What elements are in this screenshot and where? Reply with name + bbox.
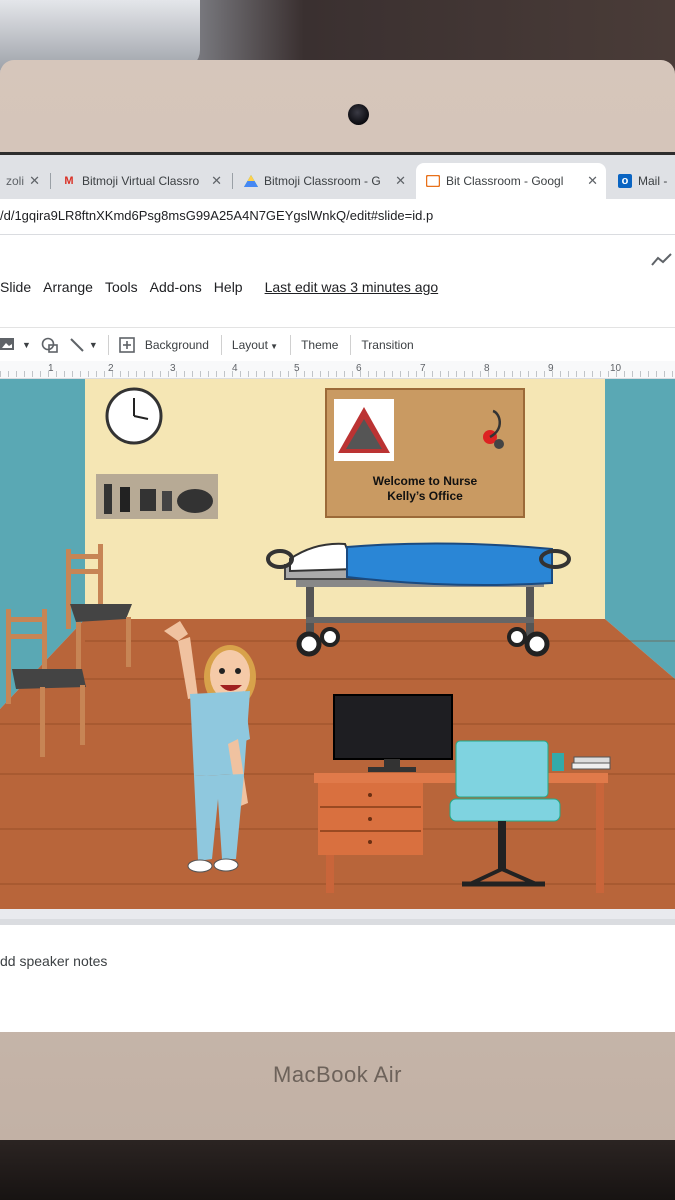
ruler: 1 2 3 4 5 6 7 8 9 10 <box>0 361 675 379</box>
ruler-number: 4 <box>232 363 238 374</box>
tab-4[interactable]: o Mail - <box>608 163 675 199</box>
wall-clock <box>105 387 163 445</box>
ruler-number: 10 <box>610 363 622 374</box>
tab-3-active[interactable]: Bit Classroom - Googl ✕ <box>416 163 606 199</box>
gmail-icon: M <box>64 175 74 187</box>
close-icon[interactable]: ✕ <box>587 173 598 189</box>
slide-canvas-area: Welcome to Nurse Kelly’s Office <box>0 379 675 919</box>
shape-icon[interactable] <box>41 337 59 353</box>
speaker-notes-placeholder[interactable]: dd speaker notes <box>0 953 107 969</box>
laptop-screen: zoli ✕ M Bitmoji Virtual Classro ✕ Bitmo… <box>0 152 675 1032</box>
menu-item-slide[interactable]: Slide <box>0 279 31 295</box>
toolbar: ▼ ▼ Background Layout ▼ Theme Transition <box>0 327 675 361</box>
tab-label: Bitmoji Virtual Classro <box>82 174 200 188</box>
tab-label: Mail - <box>638 174 668 188</box>
chevron-down-icon[interactable]: ▼ <box>22 340 31 350</box>
wall-medical-equipment <box>96 474 218 519</box>
ruler-number: 3 <box>170 363 176 374</box>
board-text-line-2: Kelly’s Office <box>387 489 463 503</box>
laptop-hinge <box>0 1140 675 1200</box>
ruler-number: 7 <box>420 363 426 374</box>
ruler-number: 2 <box>108 363 114 374</box>
tab-label: zoli <box>6 174 25 188</box>
address-bar[interactable]: /d/1gqira9LR8ftnXKmd6Psg8msG99A25A4N7GEY… <box>0 199 675 235</box>
chevron-down-icon: ▼ <box>267 341 279 351</box>
transition-button[interactable]: Transition <box>361 338 413 352</box>
webcam <box>348 104 369 125</box>
browser-tab-bar: zoli ✕ M Bitmoji Virtual Classro ✕ Bitmo… <box>0 155 675 199</box>
ruler-number: 8 <box>484 363 490 374</box>
slide-canvas[interactable]: Welcome to Nurse Kelly’s Office <box>0 379 675 909</box>
menu-item-addons[interactable]: Add-ons <box>150 279 202 295</box>
close-icon[interactable]: ✕ <box>29 173 40 189</box>
tab-label: Bit Classroom - Googl <box>446 174 564 188</box>
close-icon[interactable]: ✕ <box>395 173 406 189</box>
board-text-line-1: Welcome to Nurse <box>373 474 478 488</box>
tab-0[interactable]: zoli ✕ <box>0 163 44 199</box>
layout-button[interactable]: Layout ▼ <box>232 338 278 352</box>
laptop-brand-label: MacBook Air <box>273 1062 402 1087</box>
slides-icon <box>426 174 440 188</box>
tab-2[interactable]: Bitmoji Classroom - G ✕ <box>234 163 414 199</box>
line-icon[interactable] <box>69 337 85 353</box>
menu-bar: Slide Arrange Tools Add-ons Help Last ed… <box>0 279 450 295</box>
theme-button[interactable]: Theme <box>301 338 338 352</box>
url-text[interactable]: /d/1gqira9LR8ftnXKmd6Psg8msG99A25A4N7GEY… <box>0 208 433 223</box>
speaker-notes-area[interactable]: dd speaker notes <box>0 919 675 1032</box>
ruler-number: 1 <box>48 363 54 374</box>
layout-label: Layout <box>231 337 268 352</box>
close-icon[interactable]: ✕ <box>211 173 222 189</box>
chevron-down-icon[interactable]: ▼ <box>89 340 98 350</box>
activity-trend-icon[interactable] <box>651 251 673 272</box>
add-comment-icon[interactable] <box>119 336 135 353</box>
image-icon[interactable] <box>0 337 18 352</box>
drive-icon <box>244 174 258 188</box>
menu-item-tools[interactable]: Tools <box>105 279 138 295</box>
ruler-number: 6 <box>356 363 362 374</box>
tab-1[interactable]: M Bitmoji Virtual Classro ✕ <box>52 163 230 199</box>
last-edit-link[interactable]: Last edit was 3 minutes ago <box>265 279 439 295</box>
menu-item-help[interactable]: Help <box>214 279 243 295</box>
background-button[interactable]: Background <box>145 338 209 352</box>
menu-item-arrange[interactable]: Arrange <box>43 279 93 295</box>
ruler-number: 9 <box>548 363 554 374</box>
slides-header: Slide Arrange Tools Add-ons Help Last ed… <box>0 235 675 327</box>
tab-label: Bitmoji Classroom - G <box>264 174 381 188</box>
outlook-icon: o <box>618 174 632 188</box>
ruler-number: 5 <box>294 363 300 374</box>
